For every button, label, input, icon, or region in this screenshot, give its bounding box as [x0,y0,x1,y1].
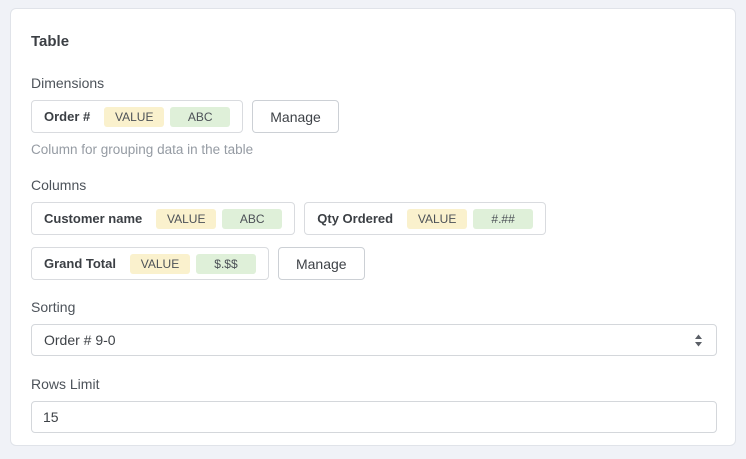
dimensions-helper-text: Column for grouping data in the table [31,142,715,157]
column-chip-grand-total[interactable]: Grand Total VALUE $.$$ [31,247,269,280]
chip-label: Grand Total [44,256,116,271]
panel-title: Table [31,33,715,50]
column-chip-customer-name[interactable]: Customer name VALUE ABC [31,202,295,235]
format-badge: $.$$ [196,254,256,274]
table-settings-panel: Table Dimensions Order # VALUE ABC Manag… [10,8,736,446]
column-chip-qty-ordered[interactable]: Qty Ordered VALUE #.## [304,202,546,235]
value-badge: VALUE [407,209,467,229]
format-badge: ABC [170,107,230,127]
dimensions-label: Dimensions [31,76,715,91]
sorting-label: Sorting [31,300,715,315]
columns-row-1: Customer name VALUE ABC Qty Ordered VALU… [31,202,715,235]
dimension-chip-order-number[interactable]: Order # VALUE ABC [31,100,243,133]
format-badge: #.## [473,209,533,229]
rows-limit-label: Rows Limit [31,377,715,392]
value-badge: VALUE [156,209,216,229]
columns-manage-button[interactable]: Manage [278,247,365,280]
dimensions-manage-button[interactable]: Manage [252,100,339,133]
chip-label: Qty Ordered [317,211,393,226]
columns-row-2: Grand Total VALUE $.$$ Manage [31,247,715,280]
sorting-selected-value: Order # 9-0 [44,332,116,348]
columns-label: Columns [31,178,715,193]
sorting-select[interactable]: Order # 9-0 [31,324,717,356]
dimensions-row: Order # VALUE ABC Manage [31,100,715,133]
chip-label: Order # [44,109,90,124]
format-badge: ABC [222,209,282,229]
rows-limit-input[interactable] [31,401,717,433]
value-badge: VALUE [104,107,164,127]
chip-label: Customer name [44,211,142,226]
value-badge: VALUE [130,254,190,274]
select-updown-arrow-icon [694,334,703,347]
